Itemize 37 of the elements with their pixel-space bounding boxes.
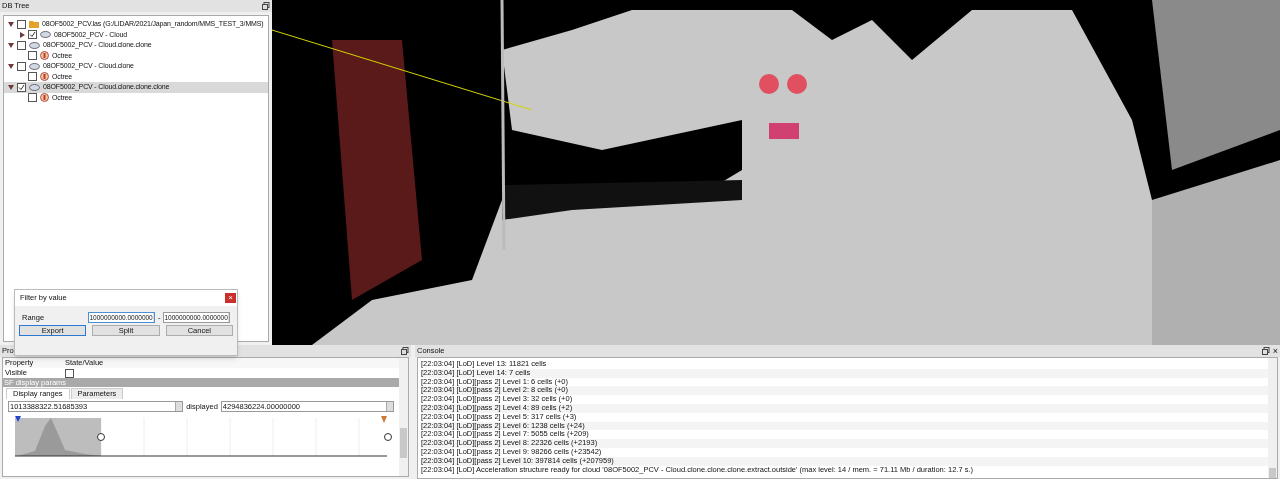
ellipse-icon — [40, 31, 51, 39]
close-button[interactable]: × — [1272, 347, 1278, 355]
expanded-arrow-icon[interactable] — [8, 42, 14, 49]
sign-shape — [759, 74, 779, 94]
checkbox[interactable] — [17, 61, 26, 71]
scrollbar[interactable] — [399, 358, 408, 476]
max-marker-icon[interactable] — [381, 416, 387, 424]
ellipse-icon — [29, 62, 40, 70]
point-cloud-view[interactable] — [272, 0, 1280, 345]
ellipse-icon — [29, 83, 40, 91]
range-handle[interactable] — [97, 433, 105, 442]
checkbox[interactable] — [17, 82, 26, 92]
collapsed-arrow-icon[interactable] — [19, 31, 25, 38]
checkbox[interactable] — [65, 368, 74, 378]
scrollbar[interactable] — [1268, 358, 1277, 478]
folder-icon — [29, 20, 39, 29]
ellipse-icon — [29, 41, 40, 49]
float-icon[interactable] — [401, 347, 409, 355]
checkbox[interactable] — [28, 72, 37, 82]
octree-icon — [40, 93, 49, 103]
float-icon[interactable] — [262, 2, 270, 10]
checkbox[interactable] — [28, 93, 37, 103]
octree-icon — [40, 51, 49, 61]
checkbox[interactable] — [17, 19, 26, 29]
sign-shape — [787, 74, 807, 94]
close-button[interactable]: × — [225, 293, 236, 303]
expanded-arrow-icon[interactable] — [8, 63, 14, 70]
sign-shape — [769, 123, 799, 139]
checkbox[interactable] — [28, 30, 37, 40]
expanded-arrow-icon[interactable] — [8, 84, 14, 91]
expanded-arrow-icon[interactable] — [8, 21, 14, 28]
checkbox[interactable] — [17, 40, 26, 50]
range-handle[interactable] — [384, 433, 392, 442]
float-icon[interactable] — [1261, 347, 1270, 355]
min-marker-icon[interactable] — [15, 416, 21, 423]
checkbox[interactable] — [28, 51, 37, 61]
octree-icon — [40, 72, 49, 82]
